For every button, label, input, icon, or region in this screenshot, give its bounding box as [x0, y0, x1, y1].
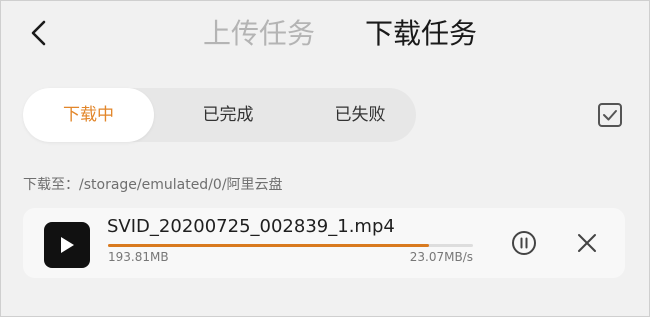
video-file-icon: [44, 222, 90, 268]
checkbox-icon: [598, 103, 622, 127]
cancel-button[interactable]: [576, 232, 598, 254]
pause-circle-icon: [512, 231, 536, 255]
file-name: SVID_20200725_002839_1.mp4: [107, 216, 395, 237]
select-all-button[interactable]: [597, 102, 623, 128]
progress-bar: [108, 244, 473, 247]
download-path: 下载至：/storage/emulated/0/阿里云盘: [23, 177, 283, 193]
close-icon: [578, 234, 596, 252]
progress-fill: [108, 244, 430, 247]
download-task-item[interactable]: SVID_20200725_002839_1.mp4 193.81MB 23.0…: [23, 208, 625, 278]
chevron-left-icon: [31, 20, 46, 46]
download-speed: 23.07MB/s: [409, 250, 473, 264]
filter-failed[interactable]: 已失败: [305, 88, 415, 142]
back-button[interactable]: [22, 16, 56, 50]
tab-download-tasks[interactable]: 下载任务: [365, 14, 477, 54]
file-size: 193.81MB: [108, 250, 169, 264]
filter-completed[interactable]: 已完成: [173, 88, 283, 142]
play-icon: [61, 237, 74, 253]
filter-downloading[interactable]: 下载中: [23, 88, 154, 142]
status-filter: 下载中 已完成 已失败: [23, 88, 416, 142]
pause-button[interactable]: [511, 230, 537, 256]
tab-upload-tasks[interactable]: 上传任务: [203, 14, 315, 54]
